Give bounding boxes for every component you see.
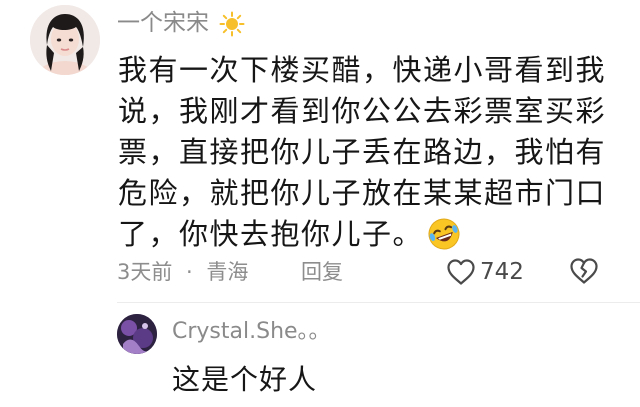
avatar[interactable] <box>30 5 100 75</box>
like-count: 742 <box>480 259 524 285</box>
comment-text-line: 了，你快去抱你儿子。 <box>118 217 424 251</box>
rolling-on-floor-laughing-emoji <box>428 218 460 250</box>
avatar-photo <box>30 5 100 75</box>
divider <box>117 302 640 303</box>
reply-avatar[interactable] <box>117 314 157 354</box>
reply-avatar-image <box>117 314 157 354</box>
comment-text-line: 说，我刚才看到你公公去彩票室买彩 <box>118 94 607 128</box>
comment-meta: 3天前 · 青海 <box>117 258 248 286</box>
heart-icon <box>447 259 475 285</box>
meta-separator: · <box>186 260 193 284</box>
sun-icon <box>219 11 245 37</box>
reply-text: 这是个好人 <box>172 363 318 396</box>
comment-text-line-last: 了，你快去抱你儿子。 <box>118 214 598 255</box>
username[interactable]: 一个宋宋 <box>117 9 209 37</box>
broken-heart-icon[interactable] <box>569 257 599 285</box>
reply-button[interactable]: 回复 <box>301 258 343 286</box>
location-label: 青海 <box>206 260 249 284</box>
comment-text-line: 我有一次下楼买醋，快递小哥看到我 <box>118 53 607 87</box>
comment-text: 我有一次下楼买醋，快递小哥看到我 说，我刚才看到你公公去彩票室买彩 票，直接把你… <box>118 50 607 255</box>
like-button[interactable]: 742 <box>446 256 524 288</box>
comment-text-line: 票，直接把你儿子丢在路边，我怕有 <box>118 135 607 169</box>
timestamp: 3天前 <box>117 260 173 284</box>
comment-text-line: 危险，就把你儿子放在某某超市门口 <box>118 176 607 210</box>
reply-username[interactable]: Crystal.She。。 <box>172 318 331 346</box>
